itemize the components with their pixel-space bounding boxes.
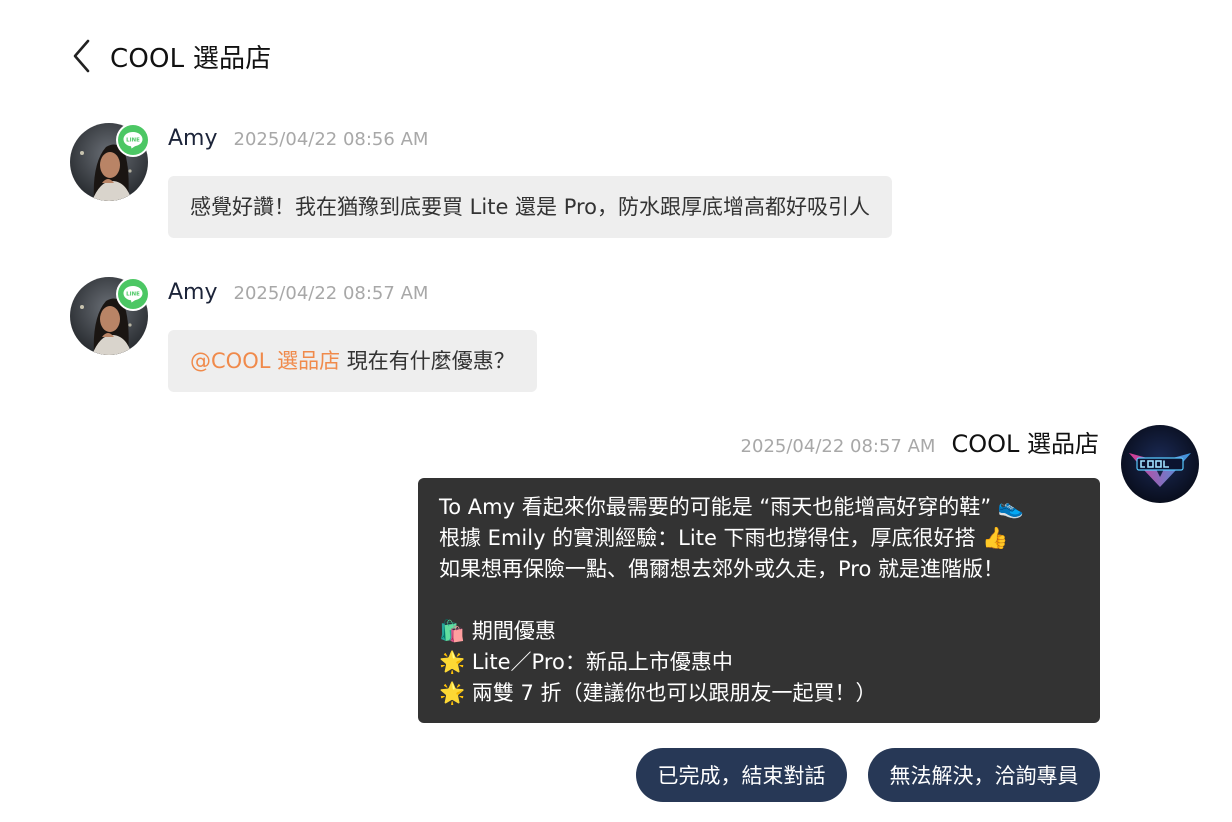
reply-line: 🌟 兩雙 7 折（建議你也可以跟朋友一起買！） xyxy=(439,678,1078,709)
timestamp: 2025/04/22 08:57 AM xyxy=(740,436,936,457)
reply-line: 如果想再保險一點、偶爾想去郊外或久走，Pro 就是進階版！ xyxy=(439,557,1004,581)
reply-meta: 2025/04/22 08:57 AM COOL 選品店 xyxy=(741,424,1099,459)
chat-page: COOL 選品店 LINE Amy 2025/04/22 08:56 AM 感覺… xyxy=(0,0,1232,822)
end-conversation-button[interactable]: 已完成，結束對話 xyxy=(636,748,847,802)
reply-line: To Amy 看起來你最需要的可能是 “雨天也能增高好穿的鞋” 👟 xyxy=(439,492,1078,523)
reply-bubble: To Amy 看起來你最需要的可能是 “雨天也能增高好穿的鞋” 👟 根據 Emi… xyxy=(418,478,1100,723)
message-text: 感覺好讚！我在猶豫到底要買 Lite 還是 Pro，防水跟厚底增高都好吸引人 xyxy=(190,195,871,219)
reply-line: 🛍️ 期間優惠 xyxy=(439,616,1078,647)
reply-line: 🌟 Lite／Pro：新品上市優惠中 xyxy=(439,647,1078,678)
thumbs-up-icon: 👍 xyxy=(982,526,1009,550)
message-meta: Amy 2025/04/22 08:56 AM xyxy=(168,126,428,151)
avatar[interactable]: LINE xyxy=(70,277,150,355)
shopping-bag-icon: 🛍️ xyxy=(439,619,466,643)
back-button[interactable] xyxy=(70,34,98,78)
svg-text:LINE: LINE xyxy=(126,292,140,298)
sender-name: Amy xyxy=(168,126,218,151)
sneaker-icon: 👟 xyxy=(997,495,1024,519)
shop-name: COOL 選品店 xyxy=(951,430,1099,458)
line-badge: LINE xyxy=(116,123,150,157)
line-chat-icon: LINE xyxy=(123,132,143,149)
svg-text:LINE: LINE xyxy=(126,138,140,144)
line-chat-icon: LINE xyxy=(123,286,143,303)
reply-line: 根據 Emily 的實測經驗：Lite 下雨也撐得住，厚底很好搭 👍 xyxy=(439,523,1078,554)
reply-blank-line xyxy=(439,585,1078,616)
chevron-left-icon xyxy=(73,39,90,73)
chat-header: COOL 選品店 xyxy=(70,34,271,78)
star-icon: 🌟 xyxy=(439,650,466,674)
mention-link[interactable]: @COOL 選品店 xyxy=(190,349,340,373)
message-text: 現在有什麼優惠？ xyxy=(340,349,515,373)
message-meta: Amy 2025/04/22 08:57 AM xyxy=(168,280,428,305)
sender-name: Amy xyxy=(168,280,218,305)
avatar[interactable]: LINE xyxy=(70,123,150,201)
message-bubble: @COOL 選品店 現在有什麼優惠？ xyxy=(168,330,537,393)
star-icon: 🌟 xyxy=(439,681,466,705)
shop-avatar[interactable] xyxy=(1121,425,1199,503)
message-bubble: 感覺好讚！我在猶豫到底要買 Lite 還是 Pro，防水跟厚底增高都好吸引人 xyxy=(168,176,893,239)
cool-logo-icon xyxy=(1121,425,1199,503)
line-badge: LINE xyxy=(116,277,150,311)
contact-agent-button[interactable]: 無法解決，洽詢專員 xyxy=(868,748,1100,802)
page-title: COOL 選品店 xyxy=(110,43,272,74)
timestamp: 2025/04/22 08:57 AM xyxy=(233,283,429,304)
timestamp: 2025/04/22 08:56 AM xyxy=(233,129,429,150)
